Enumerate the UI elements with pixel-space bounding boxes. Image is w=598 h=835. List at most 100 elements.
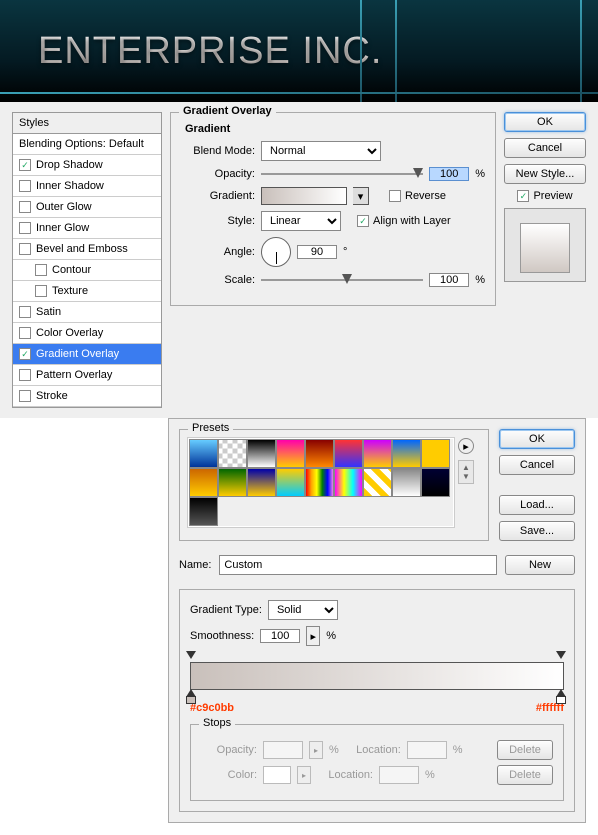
save-button[interactable]: Save... — [499, 521, 575, 541]
style-checkbox[interactable] — [19, 327, 31, 339]
style-checkbox[interactable] — [19, 348, 31, 360]
stop-opacity-input — [263, 741, 303, 759]
style-checkbox[interactable] — [35, 264, 47, 276]
presets-scrollbar[interactable]: ▲▼ — [458, 460, 474, 484]
preset-swatch[interactable] — [218, 468, 247, 497]
scale-input[interactable] — [429, 273, 469, 287]
gradient-overlay-group: Gradient Overlay Gradient Blend Mode: No… — [170, 112, 496, 306]
gradient-subtitle: Gradient — [185, 123, 485, 135]
preset-swatch[interactable] — [276, 439, 305, 468]
preset-swatch[interactable] — [305, 439, 334, 468]
style-checkbox[interactable] — [19, 369, 31, 381]
preset-swatch[interactable] — [334, 439, 363, 468]
banner-title: ENTERPRISE INC. — [38, 30, 382, 73]
presets-menu-icon[interactable]: ▸ — [458, 438, 474, 454]
style-item-texture[interactable]: Texture — [13, 281, 161, 302]
preview-swatch — [520, 223, 570, 273]
new-style-button[interactable]: New Style... — [504, 164, 586, 184]
style-item-stroke[interactable]: Stroke — [13, 386, 161, 407]
preset-swatch[interactable] — [392, 439, 421, 468]
gradient-editor: Presets ▸ ▲▼ OK Cancel Load... Save... N… — [168, 418, 586, 823]
reverse-checkbox[interactable] — [389, 190, 401, 202]
gradient-dropdown[interactable]: ▾ — [353, 187, 369, 205]
preset-swatch[interactable] — [189, 439, 218, 468]
smoothness-label: Smoothness: — [190, 630, 254, 642]
preset-swatch[interactable] — [247, 468, 276, 497]
angle-input[interactable] — [297, 245, 337, 259]
new-button[interactable]: New — [505, 555, 575, 575]
gradient-label: Gradient: — [181, 190, 255, 202]
blend-mode-select[interactable]: Normal — [261, 141, 381, 161]
opacity-input[interactable] — [429, 167, 469, 181]
style-item-satin[interactable]: Satin — [13, 302, 161, 323]
style-item-inner-shadow[interactable]: Inner Shadow — [13, 176, 161, 197]
style-checkbox[interactable] — [19, 201, 31, 213]
layer-style-dialog: Styles Blending Options: DefaultDrop Sha… — [0, 102, 598, 418]
blending-options-row[interactable]: Blending Options: Default — [13, 134, 161, 155]
gradient-bar[interactable] — [190, 662, 564, 690]
preset-swatch[interactable] — [363, 468, 392, 497]
style-checkbox[interactable] — [19, 390, 31, 402]
preview-checkbox[interactable] — [517, 190, 529, 202]
name-input[interactable] — [219, 555, 497, 575]
style-checkbox[interactable] — [19, 159, 31, 171]
name-label: Name: — [179, 559, 211, 571]
banner: ENTERPRISE INC. — [0, 0, 598, 102]
load-button[interactable]: Load... — [499, 495, 575, 515]
style-checkbox[interactable] — [19, 180, 31, 192]
editor-ok-button[interactable]: OK — [499, 429, 575, 449]
style-checkbox[interactable] — [19, 243, 31, 255]
cancel-button[interactable]: Cancel — [504, 138, 586, 158]
preset-swatch[interactable] — [189, 468, 218, 497]
stop-color-spinner: ▸ — [297, 766, 311, 784]
ok-button[interactable]: OK — [504, 112, 586, 132]
style-item-contour[interactable]: Contour — [13, 260, 161, 281]
preset-swatch[interactable] — [189, 497, 218, 526]
style-item-outer-glow[interactable]: Outer Glow — [13, 197, 161, 218]
stop-opacity-location-input — [407, 741, 447, 759]
styles-header[interactable]: Styles — [13, 113, 161, 134]
presets-group: Presets ▸ ▲▼ — [179, 429, 489, 541]
smoothness-spinner[interactable]: ▸ — [306, 626, 320, 646]
style-item-drop-shadow[interactable]: Drop Shadow — [13, 155, 161, 176]
hex-left: #c9c0bb — [190, 702, 234, 714]
angle-dial[interactable] — [261, 237, 291, 267]
preset-swatch[interactable] — [218, 439, 247, 468]
stops-group: Stops Opacity: ▸% Location: % Delete Col… — [190, 724, 564, 801]
style-checkbox[interactable] — [19, 306, 31, 318]
smoothness-input[interactable] — [260, 629, 300, 643]
style-checkbox[interactable] — [19, 222, 31, 234]
stop-color-well — [263, 766, 291, 784]
delete-color-stop-button: Delete — [497, 765, 553, 785]
stop-opacity-spinner: ▸ — [309, 741, 323, 759]
style-item-pattern-overlay[interactable]: Pattern Overlay — [13, 365, 161, 386]
presets-grid — [188, 438, 454, 527]
gradient-type-select[interactable]: Solid — [268, 600, 338, 620]
style-item-color-overlay[interactable]: Color Overlay — [13, 323, 161, 344]
gradient-swatch[interactable] — [261, 187, 347, 205]
preset-swatch[interactable] — [334, 468, 363, 497]
style-item-gradient-overlay[interactable]: Gradient Overlay — [13, 344, 161, 365]
opacity-slider[interactable] — [261, 167, 423, 181]
opacity-label: Opacity: — [181, 168, 255, 180]
gradient-overlay-title: Gradient Overlay — [179, 105, 276, 117]
scale-slider[interactable] — [261, 273, 423, 287]
style-item-inner-glow[interactable]: Inner Glow — [13, 218, 161, 239]
style-checkbox[interactable] — [35, 285, 47, 297]
stop-color-location-input — [379, 766, 419, 784]
preset-swatch[interactable] — [305, 468, 334, 497]
style-label: Style: — [181, 215, 255, 227]
angle-label: Angle: — [181, 246, 255, 258]
preset-swatch[interactable] — [421, 439, 450, 468]
preset-swatch[interactable] — [247, 439, 276, 468]
preset-swatch[interactable] — [276, 468, 305, 497]
style-select[interactable]: Linear — [261, 211, 341, 231]
preset-swatch[interactable] — [421, 468, 450, 497]
preset-swatch[interactable] — [363, 439, 392, 468]
preset-swatch[interactable] — [392, 468, 421, 497]
style-item-bevel-and-emboss[interactable]: Bevel and Emboss — [13, 239, 161, 260]
blend-mode-label: Blend Mode: — [181, 145, 255, 157]
editor-cancel-button[interactable]: Cancel — [499, 455, 575, 475]
align-checkbox[interactable] — [357, 215, 369, 227]
delete-opacity-stop-button: Delete — [497, 740, 553, 760]
